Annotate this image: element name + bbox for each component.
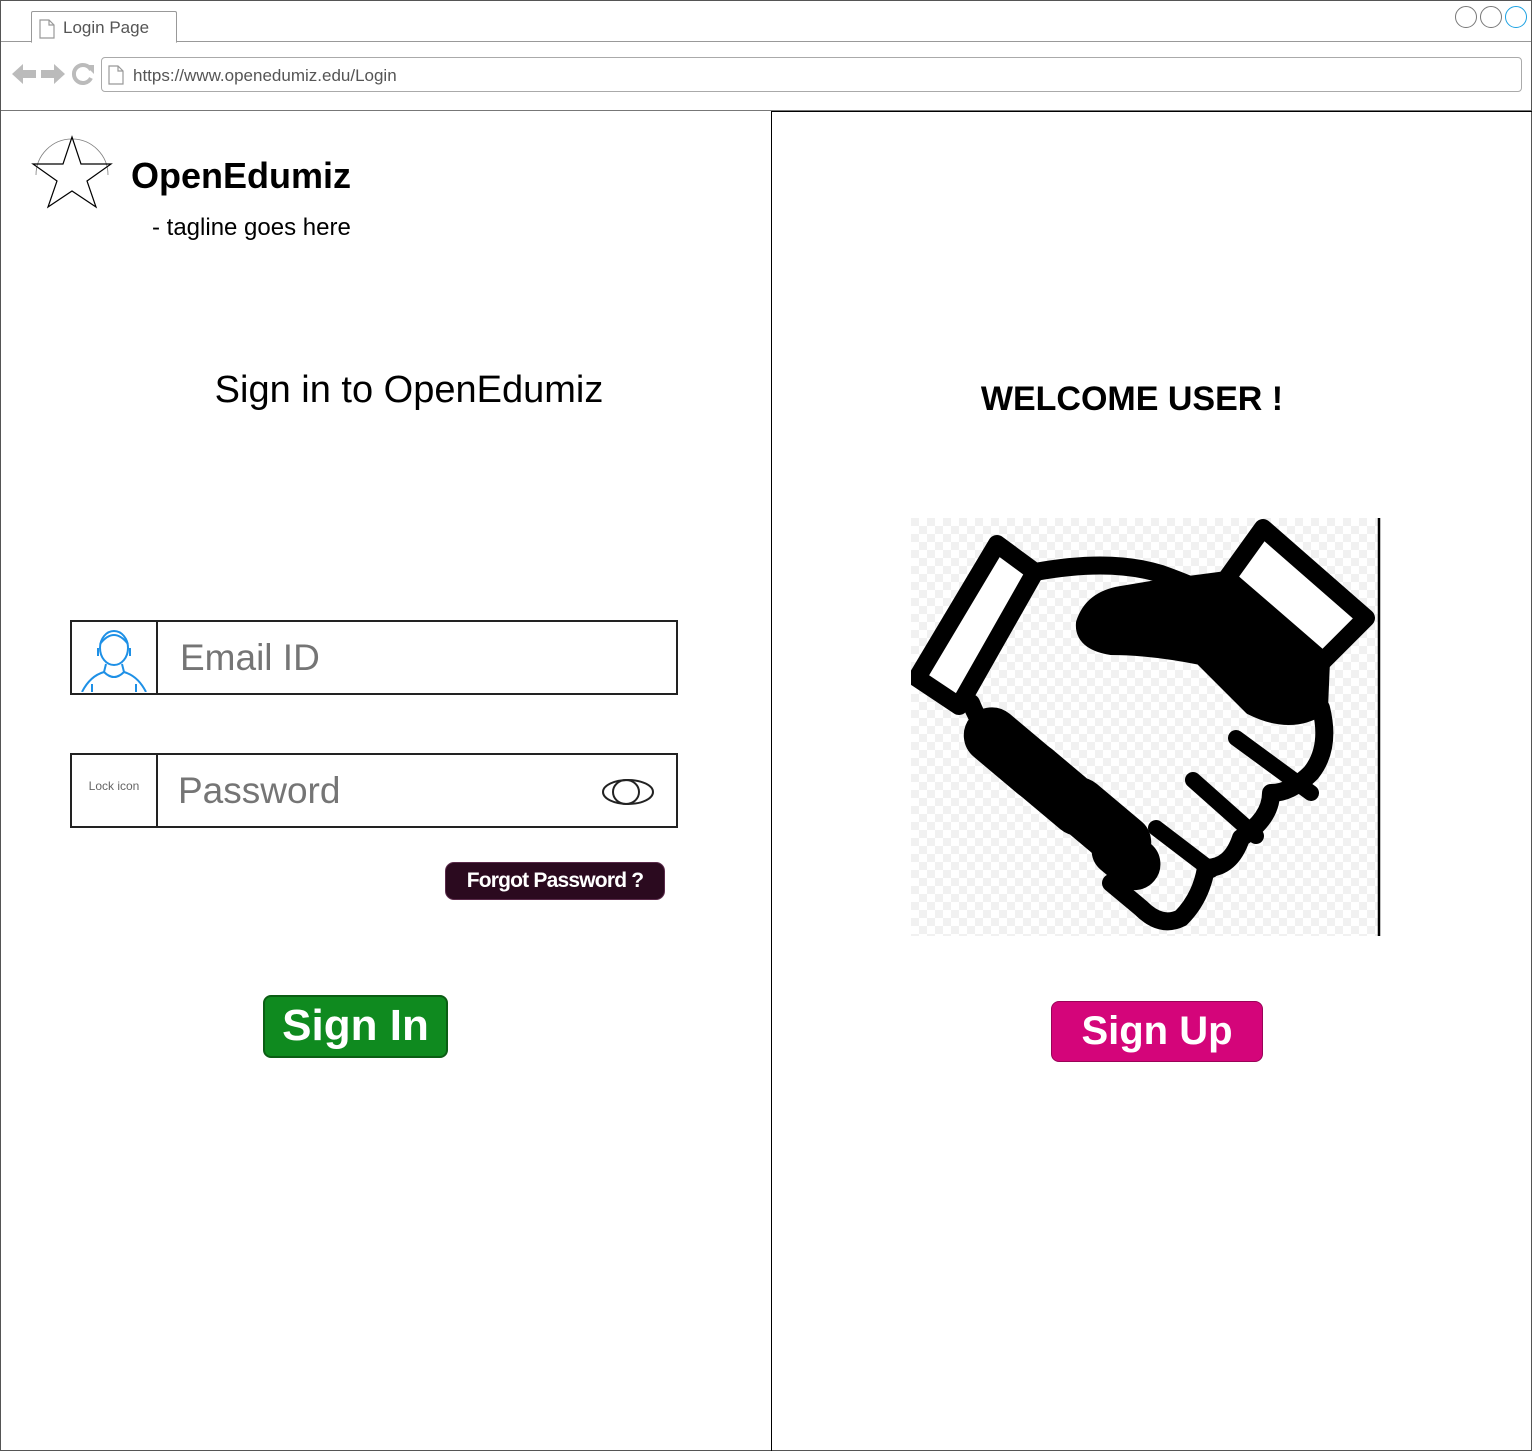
brand-name: OpenEdumiz xyxy=(131,155,352,196)
tab-bar: Login Page xyxy=(1,1,1531,43)
close-icon[interactable] xyxy=(1505,6,1527,28)
tab-login-page[interactable]: Login Page xyxy=(31,11,177,43)
forgot-password-button[interactable]: Forgot Password ? xyxy=(445,862,665,900)
user-avatar-icon xyxy=(72,622,158,693)
email-field xyxy=(70,620,678,695)
reload-icon[interactable] xyxy=(71,62,95,91)
url-text: https://www.openedumiz.edu/Login xyxy=(133,66,397,85)
url-field[interactable]: https://www.openedumiz.edu/Login xyxy=(101,57,1522,92)
window-controls xyxy=(1455,6,1527,28)
tab-title: Login Page xyxy=(63,18,150,37)
page-icon xyxy=(39,19,55,44)
handshake-icon xyxy=(908,518,1381,936)
password-input[interactable] xyxy=(160,755,675,826)
eye-icon[interactable] xyxy=(601,777,655,812)
email-input[interactable] xyxy=(160,622,675,693)
signin-panel: OpenEdumiz - tagline goes here Sign in t… xyxy=(1,111,771,1451)
sign-up-button[interactable]: Sign Up xyxy=(1051,1001,1263,1062)
minimize-icon[interactable] xyxy=(1455,6,1477,28)
maximize-icon[interactable] xyxy=(1480,6,1502,28)
lock-icon: Lock icon xyxy=(72,755,158,826)
password-field: Lock icon xyxy=(70,753,678,828)
sign-in-button[interactable]: Sign In xyxy=(263,995,448,1058)
welcome-heading: WELCOME USER ! xyxy=(980,380,1284,418)
address-bar-row: https://www.openedumiz.edu/Login xyxy=(1,42,1531,111)
back-arrow-icon[interactable] xyxy=(11,62,37,91)
lock-icon-label: Lock icon xyxy=(88,779,140,793)
browser-window: Login Page https://www.openedumiz.edu/Lo… xyxy=(0,0,1532,1451)
tagline: - tagline goes here xyxy=(152,214,351,241)
signin-title: Sign in to OpenEdumiz xyxy=(214,369,604,411)
star-icon xyxy=(30,135,114,214)
signup-panel: WELCOME USER ! Sign Up xyxy=(771,111,1532,1451)
page-icon xyxy=(108,65,124,90)
forward-arrow-icon[interactable] xyxy=(40,62,66,91)
